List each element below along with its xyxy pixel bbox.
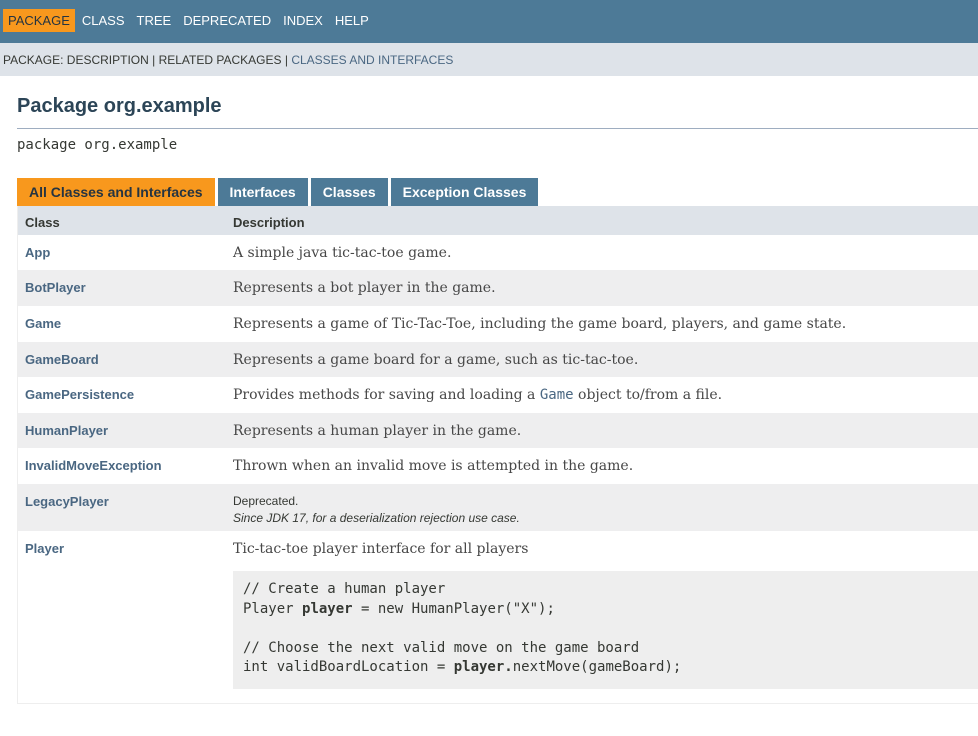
nav-index[interactable]: INDEX <box>278 9 328 32</box>
sub-navigation-bar: PACKAGE: DESCRIPTION | RELATED PACKAGES … <box>0 43 978 76</box>
title-divider <box>17 128 978 129</box>
nav-help[interactable]: HELP <box>330 9 374 32</box>
package-declaration: package org.example <box>17 137 178 153</box>
table-row: App A simple java tic-tac-toe game. <box>18 235 978 270</box>
table-row: InvalidMoveException Thrown when an inva… <box>18 448 978 484</box>
nav-deprecated[interactable]: DEPRECATED <box>178 9 276 32</box>
code-token: Player <box>243 600 303 617</box>
table-row: Game Represents a game of Tic-Tac-Toe, i… <box>18 306 978 342</box>
class-link-invalidmoveexception[interactable]: InvalidMoveException <box>25 458 162 473</box>
code-line: int validBoardLocation = player.nextMove… <box>243 658 968 678</box>
nav-class[interactable]: CLASS <box>77 9 130 32</box>
game-class-link[interactable]: Game <box>540 387 574 403</box>
class-link-player[interactable]: Player <box>25 541 64 556</box>
deprecated-note: Since JDK 17, for a deserialization reje… <box>233 511 520 525</box>
header-description: Description <box>233 215 305 230</box>
code-line: Player player = new HumanPlayer("X"); <box>243 600 968 620</box>
description-text: Provides methods for saving and loading … <box>233 387 536 403</box>
description-text: object to/from a file. <box>578 387 723 403</box>
class-description: A simple java tic-tac-toe game. <box>233 245 452 261</box>
code-token-bold: player. <box>453 659 513 675</box>
class-link-legacyplayer[interactable]: LegacyPlayer <box>25 494 109 509</box>
class-description: Tic-tac-toe player interface for all pla… <box>233 541 529 557</box>
code-example-block: // Create a human player Player player = … <box>233 571 978 689</box>
class-link-humanplayer[interactable]: HumanPlayer <box>25 423 108 438</box>
table-row: HumanPlayer Represents a human player in… <box>18 413 978 448</box>
table-header: Class Description <box>18 206 978 235</box>
class-description: Represents a game board for a game, such… <box>233 352 639 368</box>
tab-all-classes-and-interfaces[interactable]: All Classes and Interfaces <box>17 178 215 206</box>
deprecated-label: Deprecated. <box>233 494 299 508</box>
subnav-text: PACKAGE: DESCRIPTION | RELATED PACKAGES … <box>3 53 288 67</box>
code-token: int validBoardLocation = <box>243 659 454 675</box>
class-summary-table: Class Description App A simple java tic-… <box>17 206 978 704</box>
code-token: = new HumanPlayer("X"); <box>352 600 555 617</box>
tab-classes[interactable]: Classes <box>310 178 388 206</box>
class-link-gamepersistence[interactable]: GamePersistence <box>25 387 134 402</box>
class-description: Deprecated. Since JDK 17, for a deserial… <box>233 494 520 525</box>
subnav-link-classes-and-interfaces[interactable]: CLASSES AND INTERFACES <box>291 53 453 67</box>
tab-exception-classes[interactable]: Exception Classes <box>390 178 539 206</box>
code-token-bold: player <box>302 600 353 617</box>
nav-tree[interactable]: TREE <box>132 9 177 32</box>
nav-package[interactable]: PACKAGE <box>3 9 75 32</box>
code-token: nextMove(gameBoard); <box>512 659 682 675</box>
class-link-app[interactable]: App <box>25 245 50 260</box>
class-link-gameboard[interactable]: GameBoard <box>25 352 99 367</box>
class-description: Represents a bot player in the game. <box>233 280 496 296</box>
class-description: Represents a human player in the game. <box>233 423 522 439</box>
page-title: Package org.example <box>17 95 222 117</box>
class-link-botplayer[interactable]: BotPlayer <box>25 280 86 295</box>
class-description: Provides methods for saving and loading … <box>233 387 722 403</box>
code-line: // Choose the next valid move on the gam… <box>243 639 640 656</box>
class-type-tabs: All Classes and Interfaces Interfaces Cl… <box>17 178 541 206</box>
tab-interfaces[interactable]: Interfaces <box>217 178 308 206</box>
table-row: GamePersistence Provides methods for sav… <box>18 377 978 413</box>
class-description: Thrown when an invalid move is attempted… <box>233 458 634 474</box>
subnav-row: PACKAGE: DESCRIPTION | RELATED PACKAGES … <box>3 53 453 67</box>
code-line: // Create a human player <box>243 581 446 597</box>
header-class: Class <box>25 215 60 230</box>
table-row: LegacyPlayer Deprecated. Since JDK 17, f… <box>18 484 978 531</box>
class-link-game[interactable]: Game <box>25 316 61 331</box>
table-row: BotPlayer Represents a bot player in the… <box>18 270 978 306</box>
class-description: Represents a game of Tic-Tac-Toe, includ… <box>233 316 847 332</box>
top-navigation-bar: PACKAGE CLASS TREE DEPRECATED INDEX HELP <box>0 0 978 43</box>
top-nav-list: PACKAGE CLASS TREE DEPRECATED INDEX HELP <box>3 9 376 32</box>
table-row: GameBoard Represents a game board for a … <box>18 342 978 377</box>
